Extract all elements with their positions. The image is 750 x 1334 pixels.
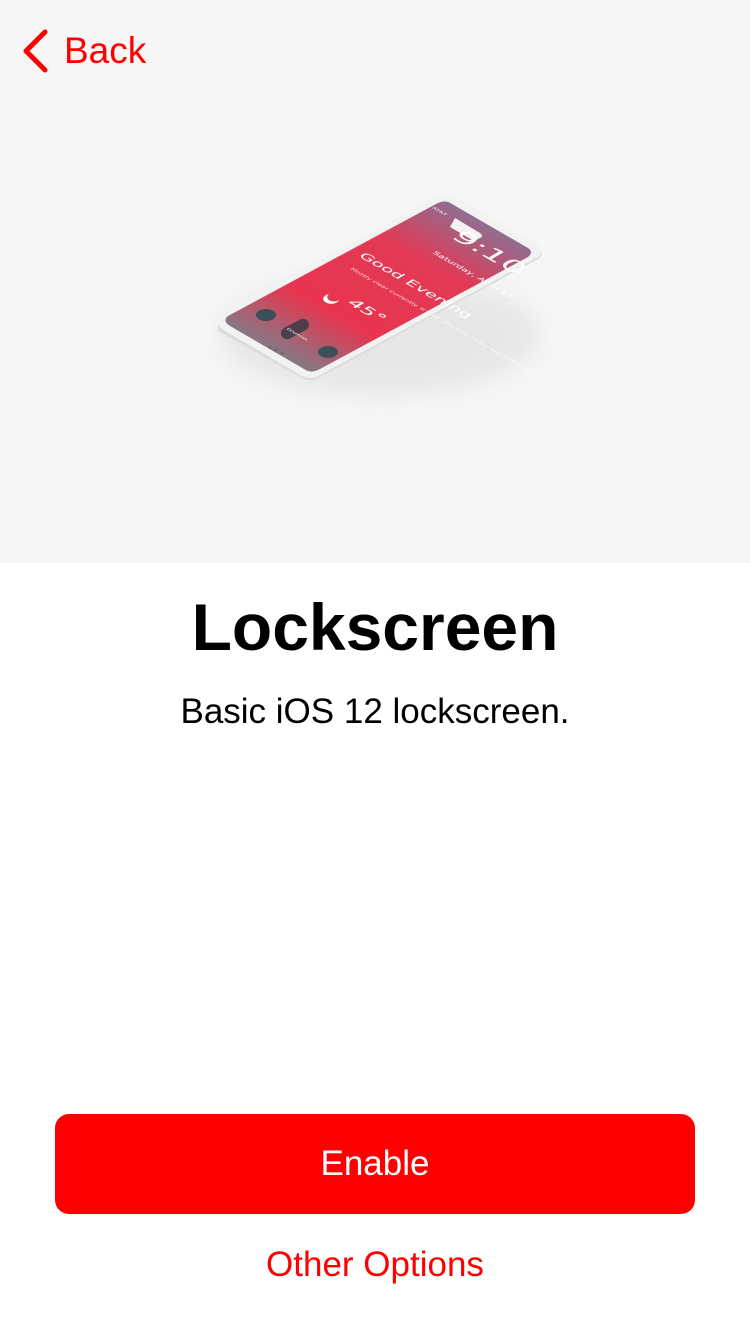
- hero-preview-area: Back 9:10 Saturday, April 13 Good Evenin…: [0, 0, 750, 563]
- flashlight-icon: [256, 309, 276, 321]
- enable-button[interactable]: Enable: [55, 1114, 695, 1214]
- page-description: Basic iOS 12 lockscreen.: [180, 692, 570, 731]
- back-label: Back: [64, 30, 147, 71]
- camera-icon: [318, 346, 338, 358]
- other-options-link[interactable]: Other Options: [0, 1242, 750, 1288]
- back-button[interactable]: Back: [20, 28, 146, 74]
- page-title: Lockscreen: [191, 590, 559, 664]
- chevron-left-icon: [23, 29, 48, 73]
- iphone-lockscreen-illustration: 9:10 Saturday, April 13 Good Evening Mos…: [215, 194, 554, 395]
